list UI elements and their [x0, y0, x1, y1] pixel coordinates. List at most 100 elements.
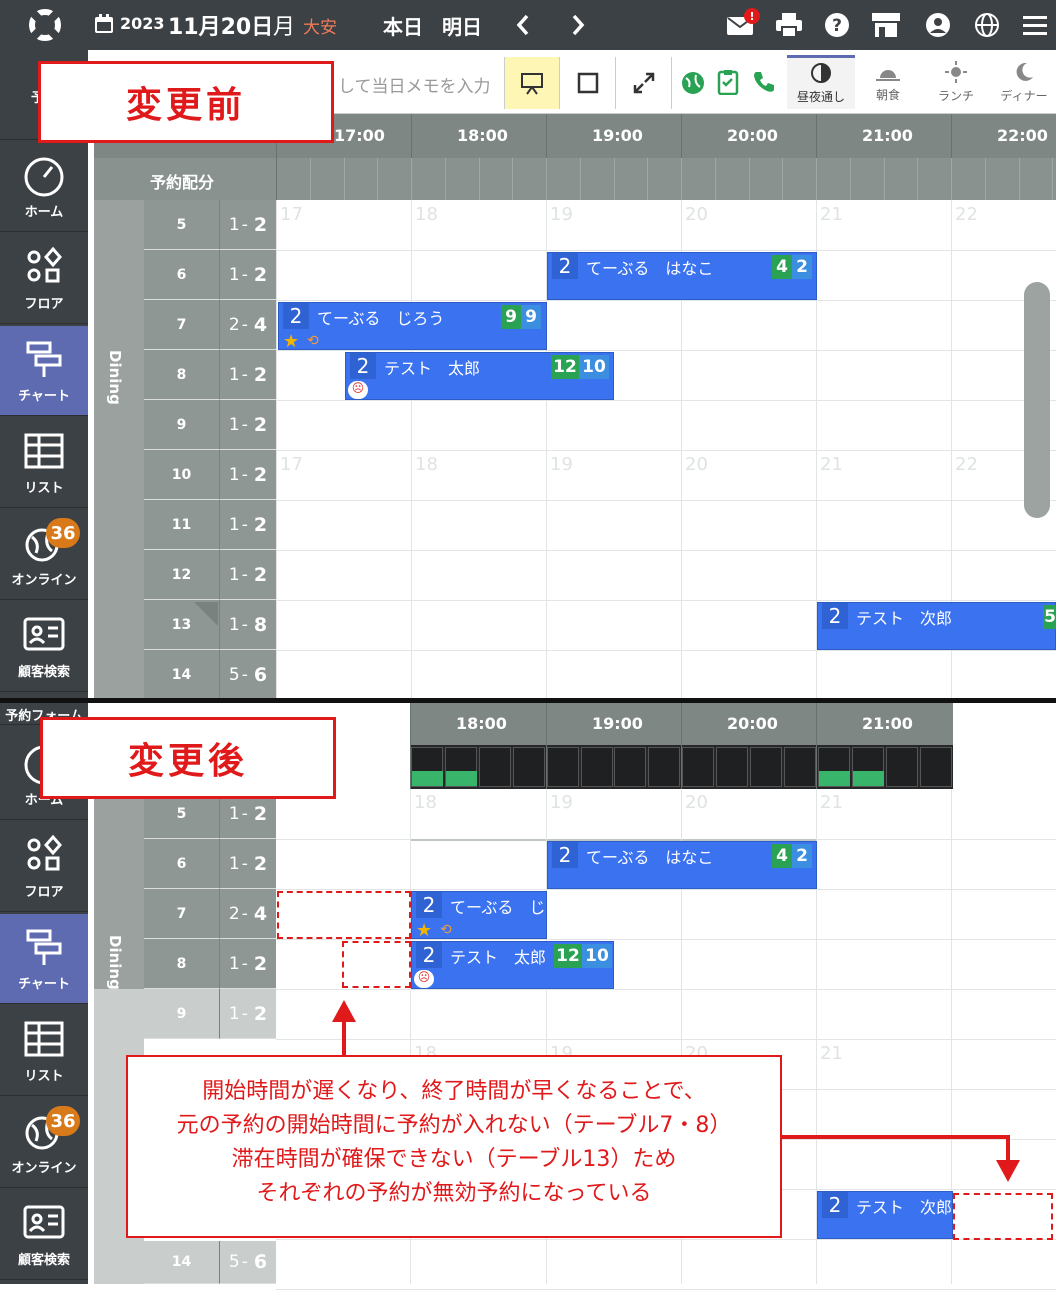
slot-divider	[917, 158, 919, 200]
ghost-hour: 18	[415, 204, 438, 225]
sidebar-item-online[interactable]: オンライン 36	[0, 1098, 88, 1188]
projector-button[interactable]	[504, 57, 560, 109]
date-text[interactable]: 11月20日	[168, 9, 273, 41]
expand-button[interactable]	[616, 57, 672, 109]
slot-divider	[613, 158, 615, 200]
reservation-jirou[interactable]: 2 てーぶる じろう 9 9 ★ ⟲	[278, 302, 547, 352]
tomorrow-button[interactable]: 明日	[442, 11, 482, 40]
reservation-jiro-test-after[interactable]: 2 テスト 次郎	[817, 1191, 953, 1239]
sidebar-item-floor[interactable]: フロア	[0, 234, 88, 324]
green-badge: 4	[772, 844, 792, 868]
row-line	[276, 989, 1056, 990]
sidebar-item-list[interactable]: リスト	[0, 1006, 88, 1096]
annotation-line: 元の予約の開始時間に予約が入れない（テーブル7・8）	[176, 1113, 732, 1138]
table-number: 10	[144, 450, 219, 500]
row-line	[276, 350, 1056, 351]
table-capacity: 1-2	[219, 400, 276, 450]
sidebar-item-chart[interactable]: チャート	[0, 326, 88, 416]
guest-name: てーぶる はなこ	[586, 848, 714, 867]
table-capacity: 1-2	[219, 839, 276, 889]
reservation-hanako[interactable]: 2 てーぶる はなこ 4 2	[547, 252, 817, 300]
alloc-slot	[546, 747, 579, 787]
annotation-line: それぞれの予約が無効予約になっている	[256, 1181, 652, 1206]
hour-label: 22:00	[997, 126, 1048, 145]
alloc-slot	[478, 747, 511, 787]
sidebar-item-reservation-form[interactable]: 予約フォーム	[0, 663, 88, 725]
slot-divider	[411, 158, 412, 200]
account-icon[interactable]	[923, 10, 953, 40]
web-globe-icon[interactable]	[681, 71, 705, 95]
capacity-min: 2	[228, 314, 240, 335]
sidebar-item-online[interactable]: オンライン 36	[0, 510, 88, 600]
slot-divider	[647, 158, 649, 200]
arrow-up-shaft	[342, 1020, 346, 1056]
alloc-fill	[445, 771, 477, 786]
capacity-max: 2	[253, 563, 268, 586]
menu-icon[interactable]	[1020, 10, 1050, 40]
sidebar-before: 予約 ホーム フロア チャート リスト オンライン 36 顧客検索	[0, 50, 88, 698]
prev-day-icon[interactable]	[508, 10, 538, 40]
allocation-row-before	[94, 158, 1056, 200]
slot-divider	[478, 158, 480, 200]
hour-gridline	[411, 200, 412, 698]
calendar-icon[interactable]	[94, 14, 114, 34]
capacity-max: 6	[253, 663, 268, 686]
ghost-hour: 20	[685, 454, 708, 475]
hour-label: 19:00	[592, 714, 643, 733]
capacity-max: 2	[253, 213, 268, 236]
invalid-slot-table7	[277, 891, 411, 939]
clipboard-icon[interactable]	[717, 69, 739, 96]
row-line	[276, 500, 1056, 501]
today-button[interactable]: 本日	[383, 11, 423, 40]
reservation-jirou-after[interactable]: 2 てーぶる じろ ★ ⟲	[411, 891, 547, 939]
app-logo-icon[interactable]	[28, 8, 62, 42]
next-day-icon[interactable]	[563, 10, 593, 40]
square-button[interactable]	[560, 57, 616, 109]
sidebar-item-label: ホーム	[24, 205, 64, 220]
memo-input[interactable]: して当日メモを入力	[338, 72, 491, 97]
capacity-min: 1	[228, 614, 240, 635]
help-icon[interactable]: ?	[822, 10, 852, 40]
sidebar-item-home[interactable]: ホーム	[0, 142, 88, 232]
capacity-min: 1	[228, 1003, 240, 1024]
language-icon[interactable]	[972, 10, 1002, 40]
sidebar-item-chart[interactable]: チャート	[0, 914, 88, 1004]
sidebar-item-floor[interactable]: フロア	[0, 822, 88, 912]
store-icon[interactable]	[871, 10, 901, 40]
phone-icon[interactable]	[752, 70, 776, 94]
mode-all-day[interactable]: 昼夜通し	[787, 55, 855, 109]
capacity-max: 2	[253, 513, 268, 536]
reservation-taro[interactable]: 2 テスト 太郎 12 10 ☹	[345, 352, 614, 400]
table-capacity: 5-6	[219, 1241, 276, 1284]
annotation-line: 開始時間が遅くなり、終了時間が早くなることで、	[202, 1079, 706, 1104]
mode-breakfast[interactable]: 朝食	[860, 58, 916, 108]
blue-badge: 2	[792, 844, 812, 868]
reservation-taro-after[interactable]: 2 テスト 太郎 12 10 ☹	[411, 941, 614, 989]
reservation-hanako-after[interactable]: 2 てーぶる はなこ 4 2	[547, 841, 817, 889]
shapes-icon	[27, 246, 62, 283]
alloc-fill	[818, 771, 850, 786]
row-line	[276, 1239, 1056, 1240]
sidebar-item-customer-search[interactable]: 顧客検索	[0, 1190, 88, 1280]
slot-divider	[1018, 158, 1020, 200]
year-text[interactable]: 2023	[120, 14, 165, 33]
sidebar-item-list[interactable]: リスト	[0, 418, 88, 508]
ghost-hour: 18	[414, 792, 437, 813]
mode-lunch[interactable]: ランチ	[928, 58, 984, 108]
slot-divider	[343, 158, 345, 200]
reservation-jiro-test[interactable]: 2 テスト 次郎 5	[817, 602, 1056, 650]
green-badge: 9	[501, 305, 521, 329]
table-number: 6	[144, 839, 219, 889]
print-icon[interactable]	[774, 10, 804, 40]
vertical-scrollbar[interactable]	[1024, 282, 1050, 518]
capacity-min: 1	[228, 414, 240, 435]
arrow-right-shaft	[782, 1135, 1010, 1139]
annotation-box: 開始時間が遅くなり、終了時間が早くなることで、 元の予約の開始時間に予約が入れな…	[126, 1055, 782, 1238]
guest-name: テスト 次郎	[856, 1198, 953, 1217]
weekday-text: 月	[273, 15, 296, 40]
sidebar-item-label: フロア	[24, 297, 64, 312]
mode-dinner[interactable]: ディナー	[996, 58, 1052, 108]
guest-count: 2	[350, 353, 376, 379]
capacity-max: 2	[253, 413, 268, 436]
guest-count: 2	[552, 253, 578, 279]
